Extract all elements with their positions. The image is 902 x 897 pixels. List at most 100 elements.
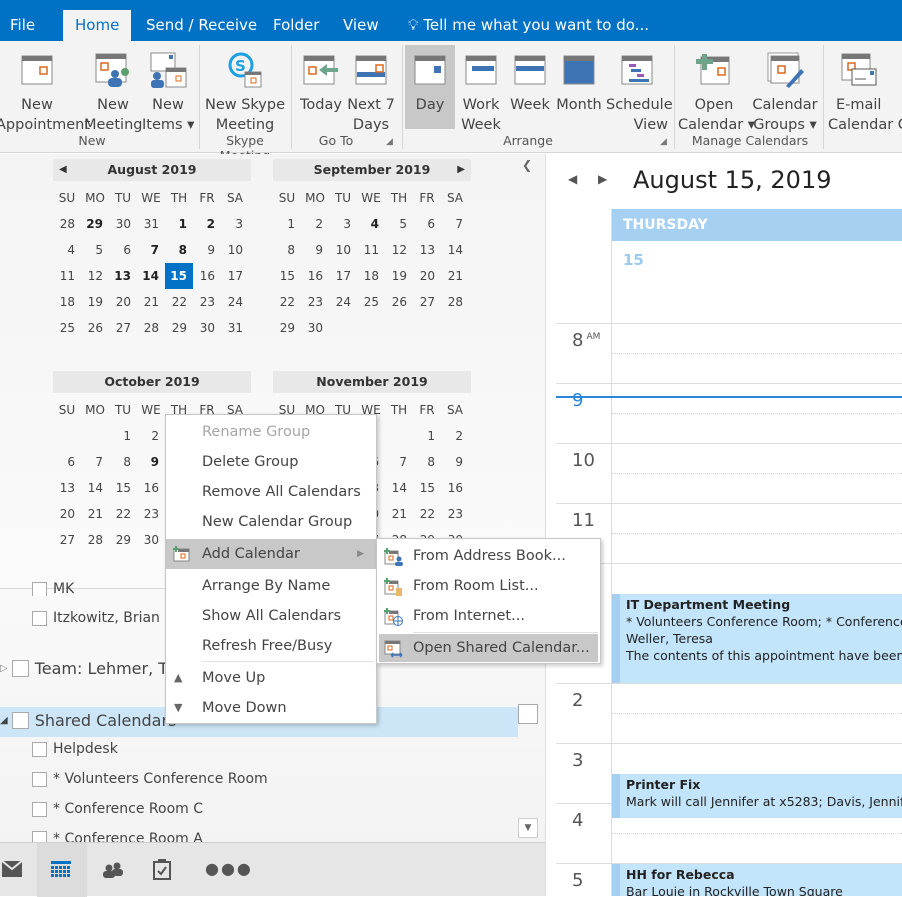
- calendar-day[interactable]: 27: [109, 315, 137, 341]
- calendar-day[interactable]: 25: [357, 289, 385, 315]
- calendar-day[interactable]: 15: [165, 263, 193, 289]
- menu-open-shared-calendar[interactable]: Open Shared Calendar...: [379, 634, 598, 662]
- calendar-day[interactable]: 21: [137, 289, 165, 315]
- calendar-day[interactable]: 13: [413, 237, 441, 263]
- menu-rename-group[interactable]: Rename Group: [166, 417, 376, 447]
- prev-month-arrow[interactable]: ◀: [59, 159, 67, 181]
- next-month-arrow[interactable]: ▶: [457, 159, 465, 181]
- calendar-day[interactable]: 22: [413, 501, 441, 527]
- folder-item-helpdesk[interactable]: Helpdesk: [32, 741, 118, 757]
- checkbox[interactable]: [32, 582, 47, 596]
- calendar-day[interactable]: 28: [441, 289, 469, 315]
- calendar-day[interactable]: 10: [221, 237, 249, 263]
- tab-home[interactable]: Home: [63, 10, 132, 41]
- calendar-day[interactable]: 29: [165, 315, 193, 341]
- calendar-day[interactable]: 15: [273, 263, 301, 289]
- calendar-day[interactable]: 14: [137, 263, 165, 289]
- menu-add-calendar[interactable]: Add Calendar ▶: [166, 539, 376, 569]
- calendar-day[interactable]: 14: [81, 475, 109, 501]
- calendar-day[interactable]: 19: [385, 263, 413, 289]
- calendar-day[interactable]: 24: [329, 289, 357, 315]
- collapse-arrow-icon[interactable]: ◢: [0, 715, 8, 726]
- calendar-day[interactable]: 12: [81, 263, 109, 289]
- calendar-day[interactable]: 15: [109, 475, 137, 501]
- calendar-groups-button[interactable]: Calendar Groups ▾: [752, 45, 818, 135]
- week-button[interactable]: Week: [508, 45, 552, 115]
- calendar-day[interactable]: 19: [81, 289, 109, 315]
- calendar-day[interactable]: 2: [441, 423, 469, 449]
- calendar-day[interactable]: 17: [221, 263, 249, 289]
- menu-arrange-by-name[interactable]: Arrange By Name: [166, 571, 376, 601]
- scrollbar-thumb[interactable]: [518, 704, 538, 724]
- checkbox[interactable]: [32, 831, 47, 842]
- calendar-day[interactable]: 20: [53, 501, 81, 527]
- calendar-day[interactable]: 9: [441, 449, 469, 475]
- folder-item-itzkowitz[interactable]: Itzkowitz, Brian: [32, 610, 160, 626]
- calendar-day[interactable]: 7: [137, 237, 165, 263]
- calendar-day[interactable]: 18: [53, 289, 81, 315]
- today-button[interactable]: Today: [298, 45, 344, 115]
- calendar-day[interactable]: 31: [221, 315, 249, 341]
- calendar-day[interactable]: 9: [301, 237, 329, 263]
- calendar-day[interactable]: 9: [137, 449, 165, 475]
- calendar-day[interactable]: 30: [109, 211, 137, 237]
- calendar-day[interactable]: 16: [441, 475, 469, 501]
- calendar-day[interactable]: 14: [385, 475, 413, 501]
- calendar-day[interactable]: 8: [413, 449, 441, 475]
- calendar-day[interactable]: 21: [441, 263, 469, 289]
- checkbox[interactable]: [32, 610, 47, 626]
- calendar-day[interactable]: 22: [273, 289, 301, 315]
- calendar-day[interactable]: 11: [357, 237, 385, 263]
- scroll-down-arrow[interactable]: ▼: [518, 818, 538, 838]
- calendar-day[interactable]: 29: [81, 211, 109, 237]
- calendar-day[interactable]: 7: [385, 449, 413, 475]
- calendar-day[interactable]: 8: [109, 449, 137, 475]
- menu-move-up[interactable]: ▲ Move Up: [166, 663, 376, 693]
- calendar-day[interactable]: 30: [301, 315, 329, 341]
- email-calendar-button[interactable]: E-mail Calendar C: [828, 45, 902, 135]
- checkbox[interactable]: [32, 801, 47, 817]
- calendar-day[interactable]: 23: [193, 289, 221, 315]
- prev-day-arrow[interactable]: ◀: [568, 172, 577, 186]
- calendar-day[interactable]: 27: [413, 289, 441, 315]
- calendar-day[interactable]: 10: [329, 237, 357, 263]
- menu-show-all-calendars[interactable]: Show All Calendars: [166, 601, 376, 631]
- new-appointment-button[interactable]: New Appointment: [0, 45, 90, 135]
- menu-from-room-list[interactable]: From Room List...: [377, 571, 600, 601]
- calendar-day[interactable]: 29: [273, 315, 301, 341]
- checkbox[interactable]: [11, 660, 29, 677]
- appointment-hh-for-rebecca[interactable]: HH for Rebecca Bar Louie in Rockville To…: [612, 864, 902, 896]
- collapse-pane-arrow[interactable]: ❮: [522, 158, 532, 172]
- new-skype-meeting-button[interactable]: S New Skype Meeting: [203, 45, 287, 135]
- folder-item-room-c[interactable]: * Conference Room C: [32, 801, 203, 817]
- calendar-day[interactable]: 13: [53, 475, 81, 501]
- calendar-day[interactable]: 6: [53, 449, 81, 475]
- calendar-day[interactable]: 27: [53, 527, 81, 553]
- calendar-day[interactable]: 17: [329, 263, 357, 289]
- calendar-day[interactable]: 26: [81, 315, 109, 341]
- calendar-day[interactable]: 23: [137, 501, 165, 527]
- group-team[interactable]: ▷ Team: Lehmer, To: [0, 659, 175, 678]
- calendar-day[interactable]: 26: [385, 289, 413, 315]
- calendar-day[interactable]: 23: [301, 289, 329, 315]
- calendar-module-tab[interactable]: [37, 843, 87, 897]
- next-7-days-button[interactable]: Next 7 Days: [346, 45, 396, 135]
- calendar-day[interactable]: 3: [221, 211, 249, 237]
- calendar-day[interactable]: 11: [53, 263, 81, 289]
- month-button[interactable]: Month: [556, 45, 602, 115]
- calendar-day[interactable]: 22: [109, 501, 137, 527]
- menu-new-calendar-group[interactable]: New Calendar Group: [166, 507, 376, 537]
- expand-arrow-icon[interactable]: ▷: [0, 663, 8, 674]
- calendar-day[interactable]: 1: [165, 211, 193, 237]
- calendar-day[interactable]: 28: [137, 315, 165, 341]
- calendar-day[interactable]: 31: [137, 211, 165, 237]
- group-shared-calendars[interactable]: ◢ Shared Calendars: [0, 711, 176, 730]
- menu-from-address-book[interactable]: From Address Book...: [377, 541, 600, 571]
- open-calendar-button[interactable]: Open Calendar ▾: [678, 45, 755, 135]
- tab-folder[interactable]: Folder: [263, 10, 329, 41]
- calendar-day[interactable]: 6: [413, 211, 441, 237]
- calendar-day[interactable]: 4: [357, 211, 385, 237]
- menu-from-internet[interactable]: From Internet...: [377, 601, 600, 631]
- calendar-day[interactable]: 8: [165, 237, 193, 263]
- calendar-day[interactable]: 30: [137, 527, 165, 553]
